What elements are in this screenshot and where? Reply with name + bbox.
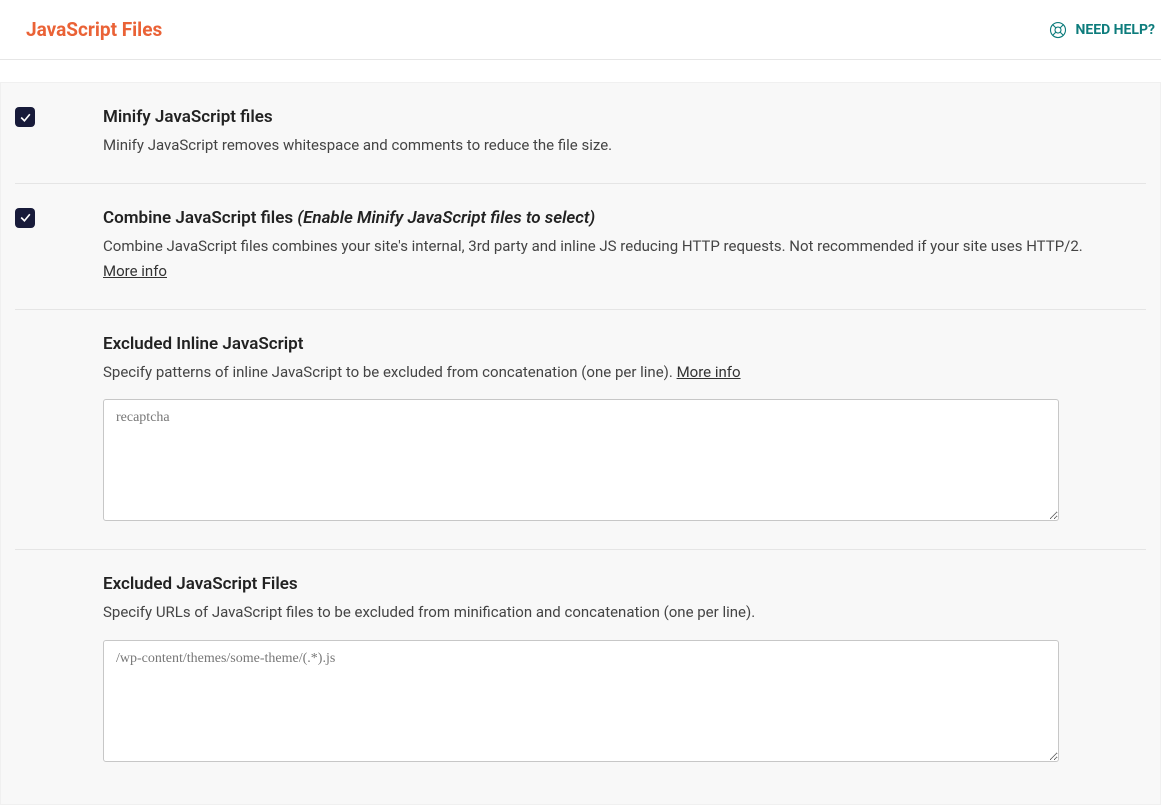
combine-js-checkbox[interactable] xyxy=(15,208,35,228)
option-minify-js: Minify JavaScript files Minify JavaScrip… xyxy=(15,83,1146,184)
need-help-link[interactable]: NEED HELP? xyxy=(1049,21,1161,39)
option-combine-js: Combine JavaScript files (Enable Minify … xyxy=(15,184,1146,310)
excluded-inline-more-info-link[interactable]: More info xyxy=(677,363,741,381)
settings-page: JavaScript Files NEED HELP? Minify JavaS… xyxy=(0,0,1161,805)
checkmark-icon xyxy=(19,211,32,224)
checkmark-icon xyxy=(19,111,32,124)
excluded-js-files-section: Excluded JavaScript Files Specify URLs o… xyxy=(15,550,1146,774)
minify-js-desc: Minify JavaScript removes whitespace and… xyxy=(103,133,1132,159)
excluded-files-textarea[interactable] xyxy=(103,640,1059,762)
excluded-files-sub: Specify URLs of JavaScript files to be e… xyxy=(103,600,1132,626)
combine-js-condition: (Enable Minify JavaScript files to selec… xyxy=(297,208,595,228)
minify-js-title: Minify JavaScript files xyxy=(103,107,1132,127)
combine-js-desc-text: Combine JavaScript files combines your s… xyxy=(103,237,1083,255)
lifebuoy-icon xyxy=(1049,21,1067,39)
settings-panel: Minify JavaScript files Minify JavaScrip… xyxy=(0,82,1161,805)
combine-js-title: Combine JavaScript files (Enable Minify … xyxy=(103,208,1132,228)
combine-js-desc: Combine JavaScript files combines your s… xyxy=(103,234,1132,285)
excluded-inline-sub: Specify patterns of inline JavaScript to… xyxy=(103,360,1132,386)
excluded-files-heading: Excluded JavaScript Files xyxy=(103,574,1132,594)
minify-js-checkbox[interactable] xyxy=(15,107,35,127)
excluded-inline-js-section: Excluded Inline JavaScript Specify patte… xyxy=(15,310,1146,551)
combine-js-more-info-link[interactable]: More info xyxy=(103,262,167,280)
section-header: JavaScript Files NEED HELP? xyxy=(0,18,1161,60)
page-title: JavaScript Files xyxy=(26,18,162,41)
excluded-inline-sub-text: Specify patterns of inline JavaScript to… xyxy=(103,363,673,381)
excluded-inline-textarea[interactable] xyxy=(103,399,1059,521)
need-help-label: NEED HELP? xyxy=(1075,22,1155,38)
combine-js-title-text: Combine JavaScript files xyxy=(103,208,293,228)
excluded-inline-heading: Excluded Inline JavaScript xyxy=(103,334,1132,354)
